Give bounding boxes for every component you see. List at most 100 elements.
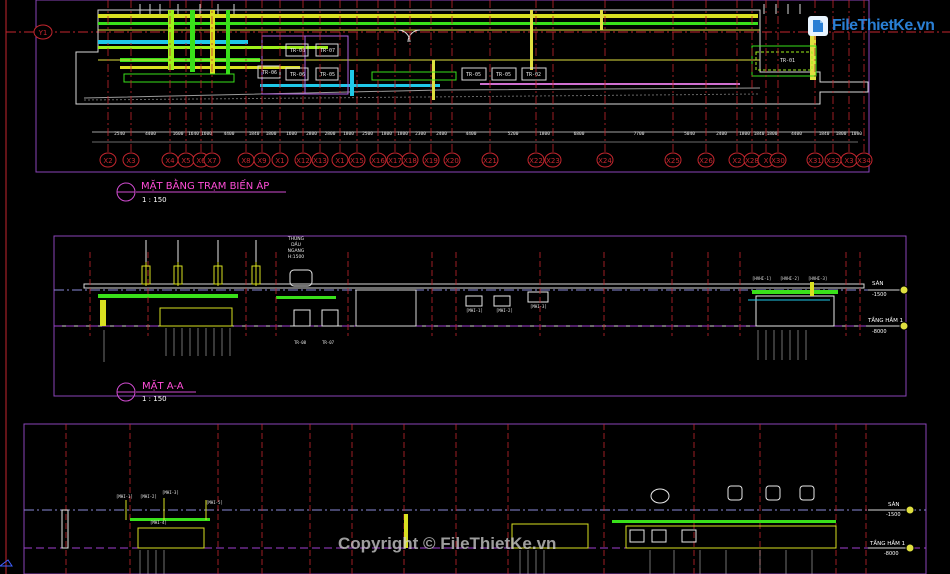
logo-text: FileThietKe.vn <box>832 17 935 34</box>
grid-bubble-label: X32 <box>826 157 840 165</box>
grid-bubble-label: X23 <box>546 157 560 165</box>
dimension-value: 2500 <box>362 131 373 137</box>
grid-y1-label: Y1 <box>38 29 48 37</box>
section-a-a: THÙNG DẦU NGANG H:1500 [MHI-1] [MHI-2] [… <box>53 235 909 403</box>
equipment-tag: [MHI-1] <box>116 494 133 499</box>
grid-bubble-label: X34 <box>857 157 871 165</box>
tr-label: TR-06 <box>262 70 277 76</box>
dimension-value: 2400 <box>436 131 447 137</box>
equipment-tag: [MHI-2] <box>140 494 157 499</box>
section-scale: 1 : 150 <box>142 395 167 403</box>
level-name: SÀN <box>872 280 883 287</box>
tr-label: TR-05 <box>320 72 335 78</box>
grid-bubble-label: X24 <box>598 157 612 165</box>
grid-bubble-label: X19 <box>424 157 438 165</box>
dimension-value: 1800 <box>539 131 550 137</box>
grid-bubble-label: X28 <box>745 157 759 165</box>
tr-label: TR-05 <box>496 72 511 78</box>
dimension-value: 1600 <box>201 131 212 137</box>
grid-bubble-label: X20 <box>445 157 459 165</box>
grid-bubble-label: X13 <box>313 157 327 165</box>
cad-drawing-canvas[interactable]: Y1 TR-08 TR-07 TR-06 TR-05 TR-06 TR-05 T… <box>0 0 950 574</box>
level-marker-floor: SÀN -1500 <box>868 280 909 298</box>
tr-label: TR-02 <box>526 72 541 78</box>
note-line: THÙNG <box>287 235 305 242</box>
grid-bubble-label: X2 <box>732 157 741 165</box>
level-value: -8000 <box>884 551 899 557</box>
plan-scale: 1 : 150 <box>142 196 167 204</box>
dimension-value: 2300 <box>415 131 426 137</box>
dimension-value: 5200 <box>508 131 519 137</box>
dimension-value: 4400 <box>466 131 477 137</box>
level-marker-floor-2: SÀN -1500 <box>868 501 915 518</box>
dimension-value: 1800 <box>767 131 778 137</box>
dimension-value: 1800 <box>343 131 354 137</box>
grid-bubble-label: X12 <box>296 157 310 165</box>
grid-bubble-label: X25 <box>666 157 680 165</box>
grid-bubble-label: X16 <box>371 157 385 165</box>
site-logo[interactable]: FileThietKe.vn <box>808 14 935 38</box>
equipment-tag: [MHI-1] <box>466 308 483 313</box>
plan-title: MẶT BẰNG TRẠM BIẾN ÁP <box>141 178 269 192</box>
dimension-value: 1800 <box>266 131 277 137</box>
grid-bubble-label: X8 <box>241 157 250 165</box>
dimension-value: 1640 <box>188 131 199 137</box>
level-value: -8000 <box>872 329 887 335</box>
grid-bubble-label: X3 <box>126 157 135 165</box>
dimension-value: 1080 <box>851 131 862 137</box>
level-name: SÀN <box>888 501 899 508</box>
grid-bubble-label: X5 <box>181 157 190 165</box>
tank-note: THÙNG DẦU NGANG H:1500 <box>287 235 305 260</box>
grid-bubble-label: X4 <box>165 157 175 165</box>
copyright-watermark: Copyright © FileThietKe.vn <box>338 534 557 553</box>
dimension-value: 1840 <box>754 131 765 137</box>
tr-label: TR-05 <box>466 72 481 78</box>
dimension-value: 1840 <box>249 131 260 137</box>
grid-bubble-label: X <box>764 157 769 165</box>
grid-bubble-label: X17 <box>388 157 402 165</box>
tr-label: TR-01 <box>780 58 795 64</box>
grid-bubble-label: X21 <box>483 157 497 165</box>
grid-bubble-label: X15 <box>350 157 364 165</box>
dimension-value: 2800 <box>325 131 336 137</box>
equipment-tag: [MHI-3] <box>162 490 179 495</box>
level-name: TẦNG HẦM 1 <box>869 539 905 547</box>
section-title: MẶT A-A <box>142 379 184 392</box>
grid-bubble-label: X1 <box>275 157 284 165</box>
dimension-value: 6800 <box>574 131 585 137</box>
note-line: NGANG <box>288 248 305 254</box>
grid-bubble-label: X18 <box>403 157 417 165</box>
tr-label: TR-07 <box>320 48 335 54</box>
equipment-tag: [HVHI-3] <box>808 276 827 281</box>
dimension-value: 4400 <box>791 131 802 137</box>
section-title-block: MẶT A-A 1 : 150 <box>116 379 196 403</box>
level-value: -1500 <box>886 512 901 518</box>
grid-bubble-label: X9 <box>257 157 266 165</box>
dimension-value: 1840 <box>819 131 830 137</box>
grid-bubble-label: X22 <box>529 157 543 165</box>
dimension-value: 1600 <box>173 131 184 137</box>
equipment-tag: [HVHI-2] <box>780 276 799 281</box>
dimension-value: 5040 <box>684 131 695 137</box>
equipment-tag: [MHI-5] <box>206 500 223 505</box>
dimension-value: 1800 <box>397 131 408 137</box>
level-value: -1500 <box>872 292 887 298</box>
level-marker-basement: TẦNG HẦM 1 -8000 <box>867 316 909 335</box>
plan-title-block: MẶT BẰNG TRẠM BIẾN ÁP 1 : 150 <box>116 178 286 204</box>
note-line: H:1500 <box>288 254 304 260</box>
dimension-value: 2800 <box>306 131 317 137</box>
plan-view: Y1 TR-08 TR-07 TR-06 TR-05 TR-06 TR-05 T… <box>5 0 950 574</box>
grid-y1-bubble: Y1 <box>33 24 53 40</box>
dimension-value: 1800 <box>739 131 750 137</box>
dimension-value: 2540 <box>114 131 125 137</box>
equipment-tag: TR-07 <box>322 340 335 345</box>
equipment-tag: [MHI-2] <box>496 308 513 313</box>
equipment-tag: [MHI-3] <box>530 304 547 309</box>
equipment-tag: [HVHI-1] <box>752 276 771 281</box>
grid-bubble-label: X7 <box>207 157 216 165</box>
transformer-labels: TR-08 TR-07 TR-06 TR-05 TR-06 TR-05 TR-0… <box>262 48 795 78</box>
equipment-tag: TR-08 <box>294 340 307 345</box>
grid-bubble-label: X26 <box>699 157 713 165</box>
grid-bubble-label: X30 <box>771 157 785 165</box>
dimension-value: 1800 <box>836 131 847 137</box>
